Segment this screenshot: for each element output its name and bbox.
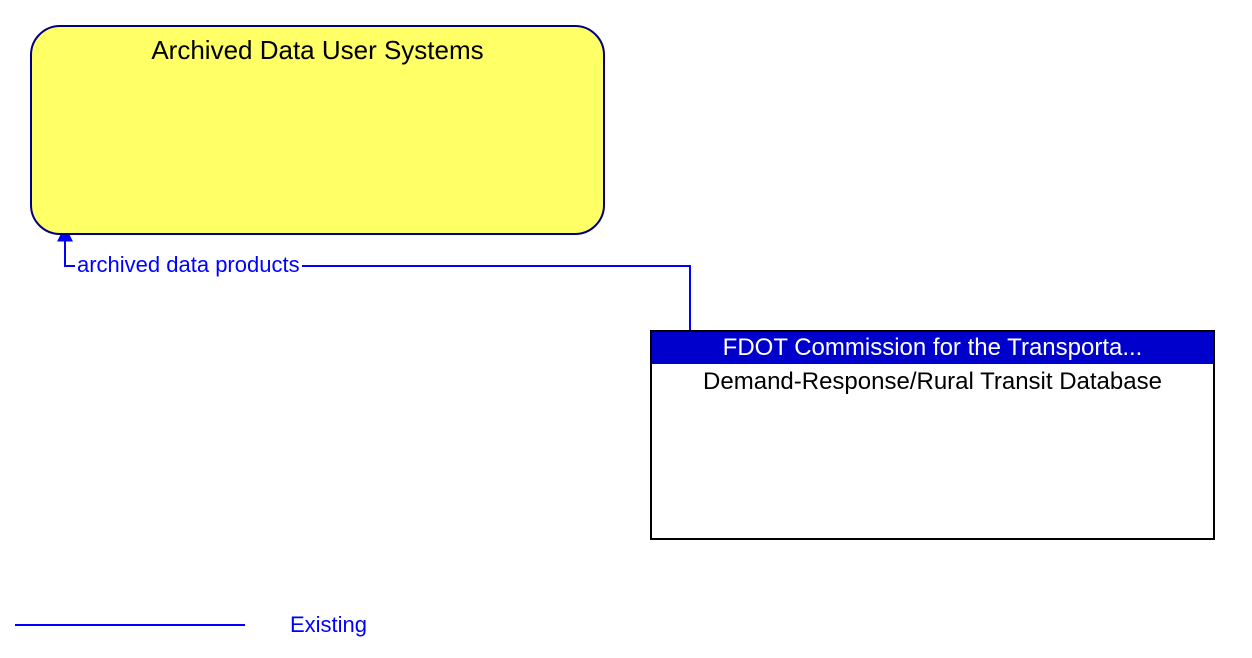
node-archived-data-user-systems-title: Archived Data User Systems (32, 35, 603, 66)
flow-label-archived-data-products: archived data products (75, 252, 302, 278)
node-demand-response-database-header: FDOT Commission for the Transporta... (652, 332, 1213, 364)
node-demand-response-database: FDOT Commission for the Transporta... De… (650, 330, 1215, 540)
node-demand-response-database-body: Demand-Response/Rural Transit Database (652, 364, 1213, 401)
legend-existing-label: Existing (290, 612, 367, 638)
node-archived-data-user-systems: Archived Data User Systems (30, 25, 605, 235)
